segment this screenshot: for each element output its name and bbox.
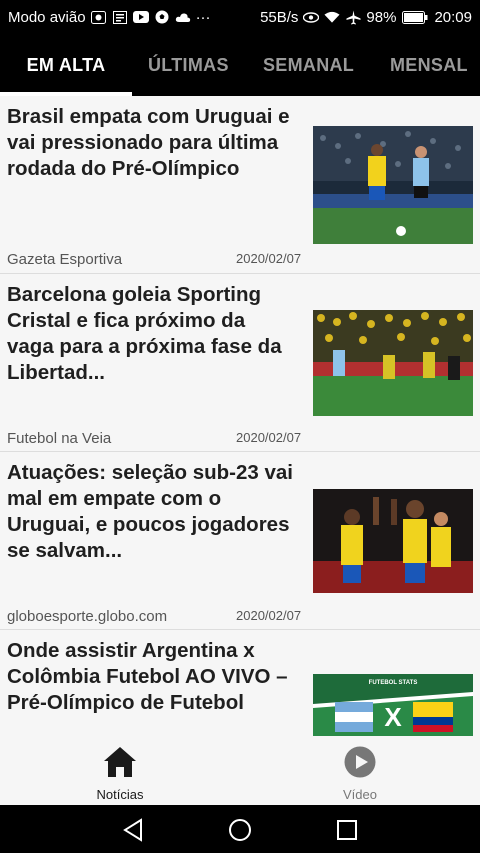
back-icon[interactable] (118, 815, 148, 845)
tab-label: MENSAL (390, 54, 468, 75)
play-circle-icon (344, 746, 376, 783)
recents-icon[interactable] (332, 815, 362, 845)
cloud-icon (175, 10, 191, 24)
tab-label: EM ALTA (26, 54, 106, 75)
news-title: Atuações: seleção sub-23 vai mal em empa… (7, 461, 293, 562)
soccer-ball-icon (154, 10, 170, 24)
network-speed: 55B/s (260, 8, 299, 26)
clock: 20:09 (434, 8, 472, 26)
news-title: Onde assistir Argentina x Colômbia Futeb… (7, 639, 288, 714)
news-source: globoesporte.globo.com (7, 608, 168, 625)
eye-icon (303, 10, 320, 24)
news-source: Gazeta Esportiva (7, 251, 123, 268)
tab-em-alta[interactable]: EM ALTA (0, 34, 132, 96)
category-tabs: EM ALTA ÚLTIMAS SEMANAL MENSAL (0, 34, 480, 96)
youtube-icon (132, 10, 149, 24)
news-card[interactable]: Onde assistir Argentina x Colômbia Futeb… (0, 630, 480, 736)
svg-text:X: X (384, 702, 402, 732)
battery-icon (401, 10, 429, 24)
news-date: 2020/02/07 (236, 251, 302, 266)
tab-semanal[interactable]: SEMANAL (263, 34, 354, 96)
home-icon (103, 746, 137, 783)
bottom-navigation: Notícias Vídeo (0, 736, 480, 805)
news-card[interactable]: Brasil empata com Uruguai e vai pression… (0, 96, 480, 274)
tab-label: ÚLTIMAS (148, 54, 229, 75)
news-thumbnail (313, 489, 473, 593)
news-title: Barcelona goleia Sporting Cristal e fica… (7, 283, 282, 384)
news-date: 2020/02/07 (236, 608, 302, 623)
news-title: Brasil empata com Uruguai e vai pression… (7, 105, 290, 180)
news-thumbnail (313, 310, 473, 416)
nav-video[interactable]: Vídeo (240, 736, 480, 805)
tab-label: SEMANAL (263, 54, 355, 75)
more-notifications-indicator: ··· (195, 8, 211, 26)
news-source: Futebol na Veia (7, 430, 112, 447)
news-thumbnail: X FUTEBOL STATS (313, 674, 473, 736)
news-thumbnail (313, 126, 473, 244)
nav-noticias[interactable]: Notícias (0, 736, 240, 805)
home-circle-icon[interactable] (225, 815, 255, 845)
wifi-icon (324, 10, 340, 24)
airplane-icon (345, 9, 361, 25)
status-bar: Modo avião ··· 55B/s 98% 20:09 (0, 0, 480, 34)
news-card[interactable]: Barcelona goleia Sporting Cristal e fica… (0, 274, 480, 452)
news-date: 2020/02/07 (236, 430, 302, 445)
tab-ultimas[interactable]: ÚLTIMAS (148, 34, 229, 96)
photo-icon (91, 10, 107, 24)
news-card[interactable]: Atuações: seleção sub-23 vai mal em empa… (0, 452, 480, 630)
news-icon (112, 10, 128, 24)
thumb-caption: FUTEBOL STATS (369, 680, 418, 686)
news-feed[interactable]: Brasil empata com Uruguai e vai pression… (0, 96, 480, 736)
system-navigation-bar (0, 805, 480, 853)
nav-label: Vídeo (343, 787, 377, 802)
nav-label: Notícias (96, 787, 144, 802)
battery-percent: 98% (366, 8, 397, 26)
airplane-mode-text: Modo avião (8, 8, 86, 26)
tab-mensal[interactable]: MENSAL (390, 34, 468, 96)
